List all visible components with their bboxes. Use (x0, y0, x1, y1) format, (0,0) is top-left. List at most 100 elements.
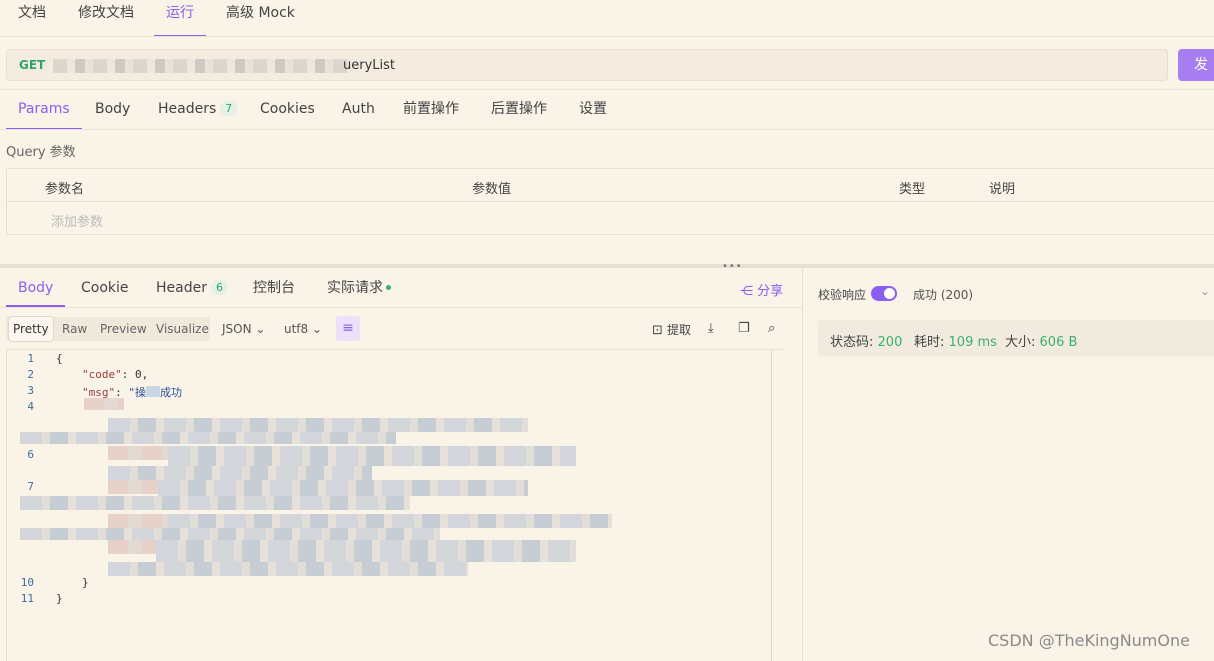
json-value: 成功 (160, 386, 182, 399)
redacted-block (84, 398, 124, 410)
response-tab-header-label: Header (156, 280, 207, 296)
tab-edit-docs[interactable]: 修改文档 (66, 0, 146, 37)
url-bar[interactable]: GET ueryList (6, 49, 1168, 81)
status-code-stat: 状态码: 200 (830, 331, 902, 350)
column-header: 参数值 (472, 182, 512, 197)
tab-settings[interactable]: 设置 (567, 97, 619, 130)
redacted-block (20, 496, 410, 510)
redacted-block (158, 480, 528, 496)
query-params-table: 参数名 参数值 类型 说明 添加参数 (6, 168, 1214, 235)
panel-splitter[interactable] (0, 264, 1214, 268)
view-pretty[interactable]: Pretty (9, 317, 53, 341)
code-line: } (82, 576, 89, 589)
line-number: 4 (27, 400, 34, 413)
divider (0, 36, 1214, 37)
extract-button[interactable]: ⊡ 提取 (652, 321, 691, 338)
response-stats: 状态码: 200 耗时: 109 ms 大小: 606 B (818, 320, 1214, 356)
chevron-down-icon: ⌄ (312, 322, 323, 336)
line-number: 10 (20, 576, 34, 589)
redacted-block (168, 514, 612, 528)
divider (0, 129, 1214, 130)
redacted-block (168, 446, 576, 466)
code-line: } (56, 592, 63, 605)
share-icon: ⋲ (740, 284, 753, 299)
tab-params[interactable]: Params (6, 97, 82, 130)
headers-count-badge: 7 (220, 101, 238, 116)
verify-response-toggle[interactable] (871, 286, 897, 301)
url-redacted (53, 59, 353, 73)
view-raw[interactable]: Raw (58, 317, 91, 341)
stat-value: 109 ms (948, 335, 997, 350)
verify-result-select[interactable]: 成功 (200) (913, 286, 973, 303)
redacted-block (156, 540, 576, 562)
tab-auth[interactable]: Auth (330, 97, 387, 130)
chevron-down-icon[interactable]: ⌄ (1200, 284, 1210, 298)
duration-stat: 耗时: 109 ms (914, 331, 997, 350)
tab-cookies[interactable]: Cookies (248, 97, 327, 130)
search-icon[interactable]: ⌕ (768, 321, 775, 336)
redacted-block (108, 418, 528, 432)
encoding-value: utf8 (284, 322, 309, 336)
column-header: 参数名 (45, 182, 85, 197)
verify-response-label: 校验响应 (818, 288, 867, 302)
json-value: 0, (135, 368, 149, 381)
copy-icon[interactable]: ❐ (738, 321, 750, 336)
tab-pre-operations[interactable]: 前置操作 (391, 97, 471, 130)
drag-handle-icon[interactable]: ••• (722, 261, 743, 272)
format-select[interactable]: JSON ⌄ (222, 322, 265, 336)
redacted-block (108, 540, 156, 554)
tab-advanced-mock[interactable]: 高级 Mock (214, 0, 307, 37)
extract-icon: ⊡ (652, 323, 663, 338)
code-line: "code": 0, (82, 368, 149, 381)
column-header: 说明 (989, 182, 1016, 197)
line-number: 7 (27, 480, 34, 493)
tab-headers[interactable]: Headers 7 (146, 97, 249, 130)
share-label: 分享 (757, 284, 784, 299)
stat-label: 状态码: (830, 335, 874, 350)
divider (0, 89, 1214, 90)
response-tab-header[interactable]: Header 6 (144, 272, 240, 307)
query-params-label: Query 参数 (6, 145, 76, 160)
redacted-block (20, 528, 440, 540)
response-tab-console[interactable]: 控制台 (241, 272, 307, 307)
share-button[interactable]: ⋲ 分享 (740, 280, 783, 299)
wrap-lines-icon[interactable]: ≡ (336, 316, 360, 341)
url-text: ueryList (343, 58, 395, 73)
redacted-block (108, 562, 468, 576)
line-number: 3 (27, 384, 34, 397)
view-visualize[interactable]: Visualize (152, 317, 213, 341)
view-preview[interactable]: Preview (96, 317, 151, 341)
redacted-block (108, 466, 372, 480)
divider (0, 307, 802, 308)
redacted-block (108, 514, 168, 528)
extract-label: 提取 (667, 323, 692, 337)
tab-post-operations[interactable]: 后置操作 (479, 97, 559, 130)
panel-divider (802, 268, 803, 661)
add-param-input[interactable]: 添加参数 (51, 211, 103, 230)
encoding-select[interactable]: utf8 ⌄ (284, 322, 322, 336)
line-number: 2 (27, 368, 34, 381)
response-tab-cookie[interactable]: Cookie (69, 272, 141, 307)
line-number: 6 (27, 448, 34, 461)
column-header: 类型 (899, 182, 926, 197)
tab-body[interactable]: Body (83, 97, 142, 130)
code-scrollbar[interactable] (771, 349, 785, 661)
tab-headers-label: Headers (158, 101, 217, 117)
line-number: 11 (20, 592, 34, 605)
view-mode-switch[interactable]: Pretty Raw Preview Visualize (6, 317, 210, 341)
response-tab-actual-request[interactable]: 实际请求 (315, 272, 403, 307)
method-label[interactable]: GET (19, 58, 45, 72)
redacted-block (146, 386, 160, 397)
json-key: "code" (82, 368, 122, 381)
send-button[interactable]: 发 (1178, 49, 1214, 81)
stat-label: 耗时: (914, 335, 945, 350)
tab-run[interactable]: 运行 (154, 0, 206, 37)
response-tab-body[interactable]: Body (6, 272, 66, 307)
tab-docs[interactable]: 文档 (6, 0, 58, 37)
toggle-knob (884, 288, 895, 299)
redacted-block (20, 432, 396, 444)
watermark: CSDN @TheKingNumOne (988, 631, 1190, 650)
status-dot-icon (386, 285, 391, 290)
download-icon[interactable]: ⤓ (708, 321, 714, 336)
stat-value: 606 B (1039, 335, 1078, 350)
